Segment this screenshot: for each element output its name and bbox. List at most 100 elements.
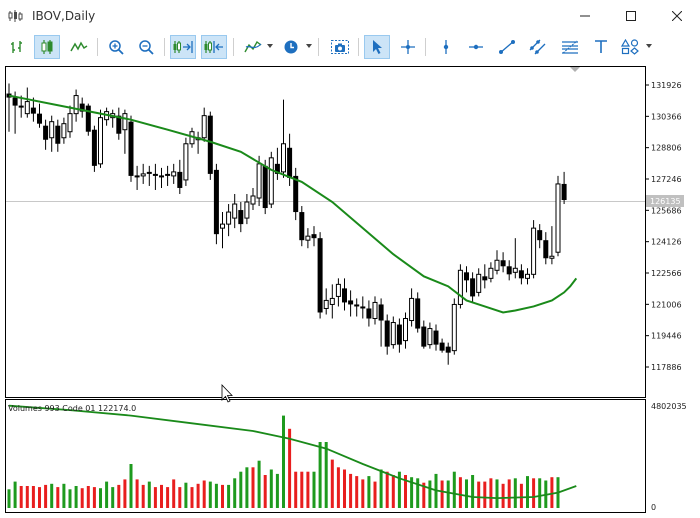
volume-bar bbox=[538, 478, 542, 508]
volume-bar bbox=[483, 481, 487, 508]
horizontal-line-button[interactable] bbox=[463, 35, 489, 59]
volume-bar bbox=[86, 486, 90, 508]
candle bbox=[555, 175, 561, 257]
volume-bar bbox=[428, 480, 432, 508]
volume-bar bbox=[312, 471, 316, 508]
indicators-button[interactable] bbox=[240, 35, 266, 59]
main-chart-pane[interactable] bbox=[5, 66, 646, 398]
volume-bar bbox=[135, 479, 139, 508]
volume-bar bbox=[44, 484, 48, 508]
volume-bar bbox=[221, 484, 224, 508]
candle bbox=[207, 111, 213, 180]
fibonacci-button[interactable] bbox=[557, 35, 583, 59]
volume-bar bbox=[257, 460, 261, 508]
auto-scroll-icon bbox=[204, 41, 223, 53]
chart-shift-button[interactable] bbox=[170, 35, 196, 59]
volume-bar bbox=[50, 483, 54, 508]
volume-bar bbox=[38, 487, 41, 508]
auto-scroll-button[interactable] bbox=[201, 35, 227, 59]
text-icon bbox=[595, 40, 607, 53]
zoom-out-button[interactable] bbox=[133, 35, 159, 59]
screenshot-button[interactable] bbox=[327, 35, 353, 59]
volume-bar bbox=[245, 467, 249, 508]
volume-bar bbox=[440, 480, 444, 508]
volume-bar bbox=[282, 415, 285, 508]
periodicity-button[interactable] bbox=[278, 35, 304, 59]
clock-icon bbox=[284, 40, 298, 54]
price-axis-label: 122566 bbox=[651, 269, 682, 278]
volume-bar bbox=[172, 479, 176, 508]
volume-bar bbox=[56, 487, 60, 508]
fibonacci-icon bbox=[562, 40, 578, 54]
maximize-icon bbox=[626, 11, 636, 21]
close-icon bbox=[672, 11, 682, 21]
bar-chart-button[interactable] bbox=[4, 35, 30, 59]
trendline-icon bbox=[499, 40, 515, 54]
channel-button[interactable] bbox=[525, 35, 551, 59]
price-axis-label: 130366 bbox=[651, 112, 682, 121]
volume-bar bbox=[117, 484, 121, 508]
volume-bar bbox=[25, 486, 29, 508]
volume-bar bbox=[355, 476, 359, 508]
candle bbox=[85, 103, 91, 136]
volume-bar bbox=[300, 471, 304, 508]
price-chart[interactable]: 131926 130366 128806 127246 125686 124126 1225… bbox=[0, 62, 700, 518]
volume-bar bbox=[336, 467, 340, 508]
volume-bar bbox=[184, 482, 188, 508]
candlestick-icon bbox=[41, 40, 53, 54]
vertical-line-icon bbox=[443, 40, 449, 54]
minimize-button[interactable] bbox=[562, 0, 608, 32]
volume-bar bbox=[495, 479, 499, 508]
current-price-label: 126135 bbox=[650, 197, 681, 206]
volume-bar bbox=[507, 479, 511, 508]
volume-bar bbox=[196, 483, 200, 508]
shapes-button[interactable] bbox=[617, 35, 643, 59]
chevron-down-icon[interactable] bbox=[306, 44, 312, 48]
volume-bar bbox=[233, 478, 237, 508]
volume-bar bbox=[471, 475, 475, 508]
candle bbox=[415, 292, 421, 333]
volume-bar bbox=[330, 459, 334, 508]
candle bbox=[268, 151, 274, 209]
volume-bar bbox=[269, 469, 273, 508]
volume-bar bbox=[251, 467, 255, 508]
volume-bar bbox=[80, 488, 84, 508]
toolbar bbox=[0, 32, 700, 63]
chevron-down-icon[interactable] bbox=[267, 44, 273, 48]
chevron-down-icon[interactable] bbox=[646, 44, 652, 48]
candlestick-button[interactable] bbox=[34, 35, 60, 59]
volume-bar bbox=[13, 481, 17, 508]
cursor-icon bbox=[373, 40, 382, 54]
bar-chart-icon bbox=[11, 41, 22, 53]
vertical-line-button[interactable] bbox=[433, 35, 459, 59]
volume-bar bbox=[214, 483, 218, 508]
volume-bar bbox=[349, 473, 353, 508]
volume-bar bbox=[275, 473, 279, 508]
volume-bar bbox=[501, 483, 505, 508]
volume-bar bbox=[129, 464, 133, 508]
price-axis-label: 125686 bbox=[651, 206, 682, 215]
shapes-icon bbox=[621, 39, 639, 55]
text-button[interactable] bbox=[588, 35, 614, 59]
volume-bar bbox=[324, 442, 328, 508]
candle bbox=[457, 264, 463, 309]
crosshair-icon bbox=[401, 40, 415, 54]
candle bbox=[98, 109, 103, 168]
crosshair-button[interactable] bbox=[395, 35, 421, 59]
close-button[interactable] bbox=[654, 0, 700, 32]
trendline-button[interactable] bbox=[494, 35, 520, 59]
maximize-button[interactable] bbox=[608, 0, 654, 32]
volume-bar bbox=[153, 487, 157, 508]
volume-bar bbox=[19, 486, 23, 508]
volume-bar bbox=[446, 480, 450, 508]
line-chart-button[interactable] bbox=[66, 35, 92, 59]
price-axis-label: 121006 bbox=[651, 300, 682, 309]
volume-bar bbox=[458, 477, 462, 508]
zoom-in-button[interactable] bbox=[103, 35, 129, 59]
candle bbox=[451, 298, 457, 355]
cursor-button[interactable] bbox=[364, 35, 390, 59]
volume-bar bbox=[452, 471, 456, 508]
volume-bar bbox=[227, 484, 231, 508]
line-chart-icon bbox=[70, 41, 88, 52]
toolbar-separator bbox=[233, 38, 234, 56]
